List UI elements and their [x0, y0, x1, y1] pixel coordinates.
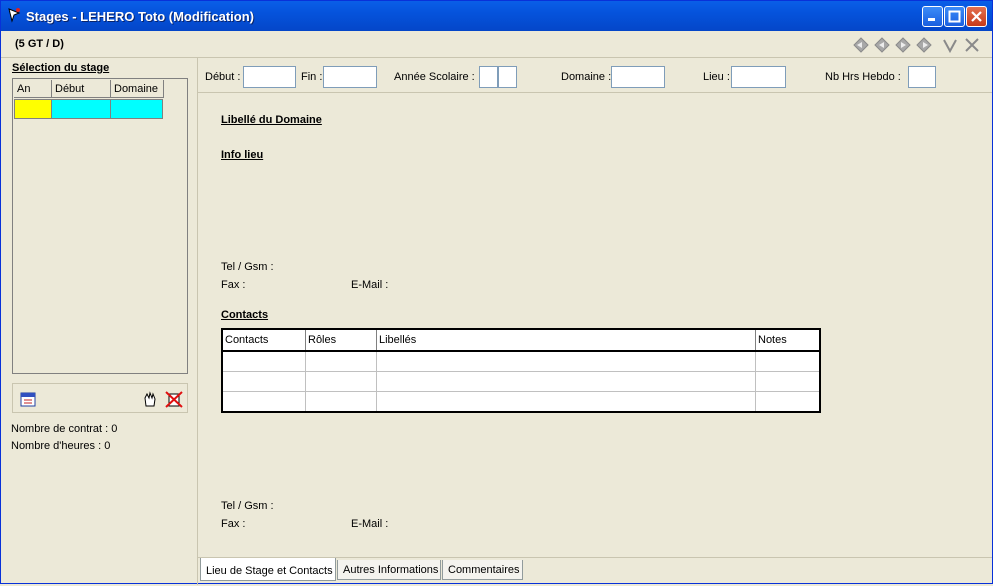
delete-icon[interactable]: [165, 390, 183, 408]
annee-scolaire-field-2[interactable]: [498, 66, 517, 88]
table-cell[interactable]: [221, 350, 306, 372]
table-cell[interactable]: [755, 350, 821, 372]
check-icon[interactable]: [941, 36, 959, 54]
tab-strip: Lieu de Stage et Contacts Autres Informa…: [198, 557, 992, 586]
domaine-label: Domaine :: [561, 71, 612, 83]
table-cell[interactable]: [221, 391, 306, 413]
record-code: (5 GT / D): [15, 38, 64, 50]
hand-icon[interactable]: [141, 390, 159, 408]
email-label-contact: E-Mail :: [351, 518, 389, 530]
grid-cell-debut[interactable]: [51, 99, 111, 119]
column-contacts[interactable]: Contacts: [221, 328, 306, 352]
last-record-icon[interactable]: [915, 36, 933, 54]
next-record-icon[interactable]: [894, 36, 912, 54]
fin-field[interactable]: [323, 66, 377, 88]
stages-app-icon[interactable]: [6, 7, 22, 23]
fin-label: Fin :: [301, 71, 323, 83]
email-label: E-Mail :: [351, 279, 389, 291]
main-area: Début : Fin : Année Scolaire : Domaine :…: [198, 58, 992, 585]
maximize-button[interactable]: [944, 6, 965, 27]
fax-label: Fax :: [221, 279, 246, 291]
title-bar[interactable]: Stages - LEHERO Toto (Modification): [1, 1, 992, 31]
tab-commentaires[interactable]: Commentaires: [442, 560, 523, 580]
annee-scolaire-field-1[interactable]: [479, 66, 498, 88]
contacts-title: Contacts: [221, 309, 269, 321]
filter-bar: Début : Fin : Année Scolaire : Domaine :…: [198, 58, 992, 93]
table-cell[interactable]: [376, 391, 756, 413]
lieu-field[interactable]: [731, 66, 786, 88]
fax-label-contact: Fax :: [221, 518, 246, 530]
tab-autres-informations[interactable]: Autres Informations: [337, 560, 441, 580]
debut-label: Début :: [205, 71, 241, 83]
table-cell[interactable]: [376, 371, 756, 392]
table-cell[interactable]: [376, 350, 756, 372]
hours-value: 0: [104, 440, 111, 452]
stages-window: Stages - LEHERO Toto (Modification) (5 G…: [0, 0, 993, 585]
nb-hrs-hebdo-label: Nb Hrs Hebdo :: [825, 71, 901, 83]
contract-count-label: Nombre de contrat :: [11, 423, 109, 435]
table-row[interactable]: [221, 391, 821, 413]
window-title: Stages - LEHERO Toto (Modification): [26, 9, 254, 24]
info-lieu-title: Info lieu: [221, 149, 264, 161]
calendar-icon[interactable]: [19, 390, 37, 408]
table-row[interactable]: [221, 350, 821, 372]
column-domaine[interactable]: Domaine: [111, 80, 164, 98]
minimize-button[interactable]: [922, 6, 943, 27]
previous-record-icon[interactable]: [873, 36, 891, 54]
left-toolbar: [12, 383, 188, 413]
column-libelles[interactable]: Libellés: [376, 328, 756, 352]
cancel-icon[interactable]: [963, 36, 981, 54]
stage-grid[interactable]: An Début Domaine: [12, 78, 188, 374]
domaine-field[interactable]: [611, 66, 665, 88]
grid-cell-domaine[interactable]: [110, 99, 163, 119]
close-button[interactable]: [966, 6, 987, 27]
debut-field[interactable]: [243, 66, 296, 88]
record-header: (5 GT / D): [1, 31, 992, 58]
table-cell[interactable]: [305, 350, 377, 372]
annee-scolaire-label: Année Scolaire :: [394, 71, 475, 83]
contacts-header-row: Contacts Rôles Libellés Notes: [221, 328, 821, 352]
contract-count: Nombre de contrat : 0: [11, 423, 117, 435]
hours-label: Nombre d'heures :: [11, 440, 102, 452]
tab-lieu-de-stage-et-contacts[interactable]: Lieu de Stage et Contacts: [200, 558, 336, 581]
tel-label-contact: Tel / Gsm :: [221, 500, 274, 512]
table-cell[interactable]: [755, 371, 821, 392]
grid-cell-an[interactable]: [14, 99, 52, 119]
column-roles[interactable]: Rôles: [305, 328, 377, 352]
first-record-icon[interactable]: [852, 36, 870, 54]
column-debut[interactable]: Début: [52, 80, 111, 98]
stage-selection-panel: Sélection du stage An Début Domaine Nomb…: [1, 58, 198, 585]
table-row[interactable]: [221, 371, 821, 392]
table-cell[interactable]: [305, 371, 377, 392]
hours-count: Nombre d'heures : 0: [11, 440, 110, 452]
column-an[interactable]: An: [14, 80, 52, 98]
contacts-table[interactable]: Contacts Rôles Libellés Notes: [221, 328, 821, 413]
nb-hrs-hebdo-field[interactable]: [908, 66, 936, 88]
contract-count-value: 0: [111, 423, 118, 435]
table-cell[interactable]: [305, 391, 377, 413]
tel-label: Tel / Gsm :: [221, 261, 274, 273]
table-cell[interactable]: [221, 371, 306, 392]
record-navigation: [852, 36, 982, 54]
column-notes[interactable]: Notes: [755, 328, 821, 352]
lieu-de-stage-panel: Libellé du Domaine Info lieu Tel / Gsm :…: [198, 93, 992, 557]
table-cell[interactable]: [755, 391, 821, 413]
selection-title: Sélection du stage: [12, 62, 110, 74]
domaine-title: Libellé du Domaine: [221, 114, 322, 126]
lieu-label: Lieu :: [703, 71, 730, 83]
